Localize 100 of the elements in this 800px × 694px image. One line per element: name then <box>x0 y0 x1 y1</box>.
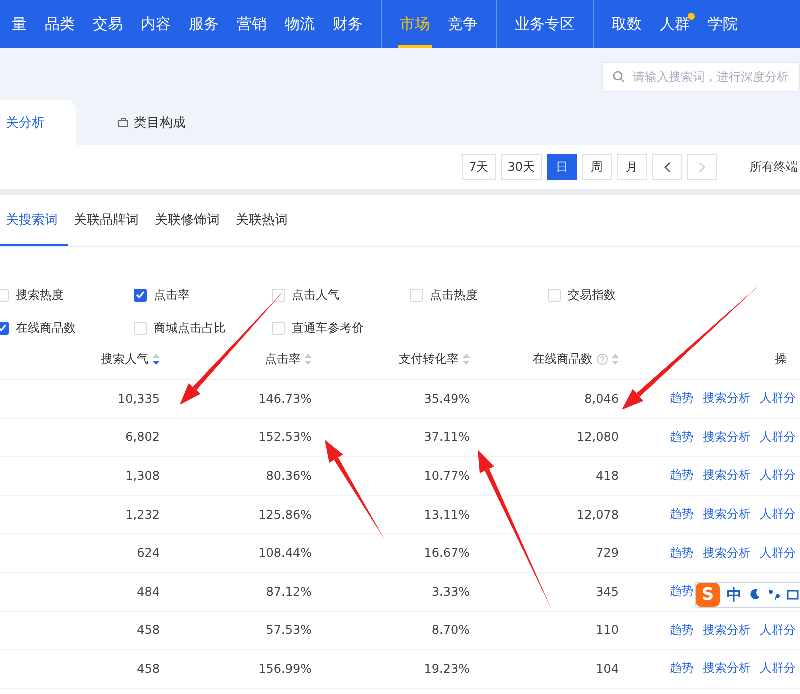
table-cell-text: 8,046 <box>584 392 619 406</box>
action-link[interactable]: 人群分 <box>760 544 796 562</box>
checkbox-label: 搜索热度 <box>16 286 64 304</box>
page-tab[interactable]: 类目构成 <box>118 100 226 145</box>
chevron-right-icon <box>698 162 706 172</box>
table-cell-text: 1,232 <box>124 508 160 522</box>
action-link[interactable]: 搜索分析 <box>703 467 751 484</box>
checkbox-label: 点击率 <box>154 286 190 304</box>
action-link[interactable]: 趋势 <box>670 390 694 408</box>
nav-item[interactable]: 财务 <box>331 0 365 48</box>
table-cell-text: 10.77% <box>423 468 470 483</box>
table-cell-text: 12,080 <box>576 430 619 444</box>
table-cell-text: 146.73% <box>258 392 312 406</box>
nav-item[interactable]: 交易 <box>91 0 125 48</box>
nav-item[interactable]: 业务专区 <box>513 0 577 48</box>
bag-icon <box>118 117 129 128</box>
action-link[interactable]: 人群分 <box>760 506 796 524</box>
date-range-button[interactable]: 日 <box>547 154 577 180</box>
search-input[interactable]: 请输入搜索词，进行深度分析 <box>631 69 791 85</box>
table-cell-text: 19.23% <box>423 662 470 676</box>
date-range-button[interactable]: 30天 <box>500 154 542 180</box>
date-range-button[interactable]: 周 <box>582 154 612 180</box>
column-header: 点击率 <box>265 351 301 368</box>
action-link[interactable]: 搜索分析 <box>703 544 751 562</box>
action-link[interactable]: 趋势 <box>670 467 694 484</box>
table-cell-text: 104 <box>595 662 619 676</box>
punctuation-icon[interactable] <box>768 589 780 601</box>
action-link[interactable]: 人群分 <box>760 467 796 484</box>
checkbox-label: 交易指数 <box>568 286 616 304</box>
action-link[interactable]: 趋势 <box>670 622 694 639</box>
nav-item[interactable]: 品类 <box>43 0 77 48</box>
action-link[interactable]: 搜索分析 <box>703 506 751 524</box>
column-header: 操 <box>775 351 787 368</box>
checkbox-label: 点击热度 <box>430 286 478 304</box>
table-cell-text: 1,308 <box>124 468 160 483</box>
ime-mode-label[interactable]: 中 <box>727 586 742 604</box>
table-cell-text: 57.53% <box>265 623 312 638</box>
sub-tab[interactable]: 关联热词 <box>232 195 298 246</box>
date-range-button[interactable]: 月 <box>617 154 647 180</box>
table-cell-text: 110 <box>595 623 619 638</box>
table-cell-text: 624 <box>136 546 160 560</box>
table-cell-text: 16.67% <box>423 546 470 560</box>
sub-tab[interactable]: 关联品牌词 <box>70 195 149 246</box>
search-icon <box>613 71 625 83</box>
sort-icon[interactable] <box>153 354 160 365</box>
page-tab[interactable]: 关分析 <box>0 100 76 145</box>
table-cell-text: 3.33% <box>430 584 470 599</box>
action-link[interactable]: 搜索分析 <box>703 660 751 678</box>
sub-tab[interactable]: 关搜索词 <box>0 195 68 246</box>
chevron-left-icon <box>664 162 670 172</box>
action-link[interactable]: 搜索分析 <box>703 428 751 446</box>
table-cell-text: 484 <box>136 584 160 599</box>
nav-item[interactable]: 营销 <box>235 0 269 48</box>
table-cell-text: 345 <box>595 584 619 599</box>
action-link[interactable]: 趋势 <box>670 583 694 600</box>
column-header: 在线商品数 <box>533 351 593 368</box>
table-cell-text: 152.53% <box>258 430 312 444</box>
nav-item[interactable]: 服务 <box>187 0 221 48</box>
nav-item[interactable]: 内容 <box>139 0 173 48</box>
moon-icon[interactable] <box>749 589 761 601</box>
nav-item[interactable]: 取数 <box>610 0 644 48</box>
action-link[interactable]: 趋势 <box>670 506 694 524</box>
checkbox-label: 直通车参考价 <box>292 320 364 336</box>
action-link[interactable]: 趋势 <box>670 544 694 562</box>
table-cell-text: 8.70% <box>430 623 470 638</box>
table-cell-text: 418 <box>595 468 619 483</box>
table-cell-text: 10,335 <box>117 392 160 406</box>
column-header: 支付转化率 <box>399 351 459 368</box>
table-cell-text: 13.11% <box>423 508 470 522</box>
action-link[interactable]: 人群分 <box>760 390 796 408</box>
date-range-button[interactable]: 7天 <box>462 154 496 180</box>
nav-item[interactable]: 量 <box>10 0 29 48</box>
table-cell-text: 6,802 <box>124 430 160 444</box>
table-cell-text: 458 <box>136 623 160 638</box>
action-link[interactable]: 人群分 <box>760 660 796 678</box>
table-cell-text: 108.44% <box>258 546 312 560</box>
previous-button[interactable] <box>652 154 682 180</box>
nav-item[interactable]: 人群 <box>658 0 692 48</box>
action-link[interactable]: 人群分 <box>760 622 796 639</box>
action-link[interactable]: 搜索分析 <box>703 622 751 639</box>
nav-item[interactable]: 学院 <box>706 0 740 48</box>
action-link[interactable]: 趋势 <box>670 660 694 678</box>
table-cell-text: 12,078 <box>576 508 619 522</box>
table-cell-text: 729 <box>595 546 619 560</box>
search-field[interactable]: 请输入搜索词，进行深度分析 <box>602 62 800 92</box>
action-link[interactable]: 趋势 <box>670 428 694 446</box>
sub-tab[interactable]: 关联修饰词 <box>151 195 230 246</box>
keyboard-icon[interactable] <box>787 589 799 601</box>
checkbox[interactable] <box>134 288 147 302</box>
terminal-dropdown[interactable]: 所有终端 <box>750 158 798 176</box>
action-link[interactable]: 搜索分析 <box>703 390 751 408</box>
checkbox-label: 点击人气 <box>292 286 340 304</box>
table-cell-text: 156.99% <box>258 662 312 676</box>
table-cell-text: 80.36% <box>265 468 312 483</box>
nav-item[interactable]: 物流 <box>283 0 317 48</box>
nav-item[interactable]: 竞争 <box>446 0 480 48</box>
checkbox-label: 商城点击占比 <box>154 320 226 336</box>
ime-logo: S <box>696 583 720 607</box>
table-cell-text: 125.86% <box>258 508 312 522</box>
action-link[interactable]: 人群分 <box>760 428 796 446</box>
